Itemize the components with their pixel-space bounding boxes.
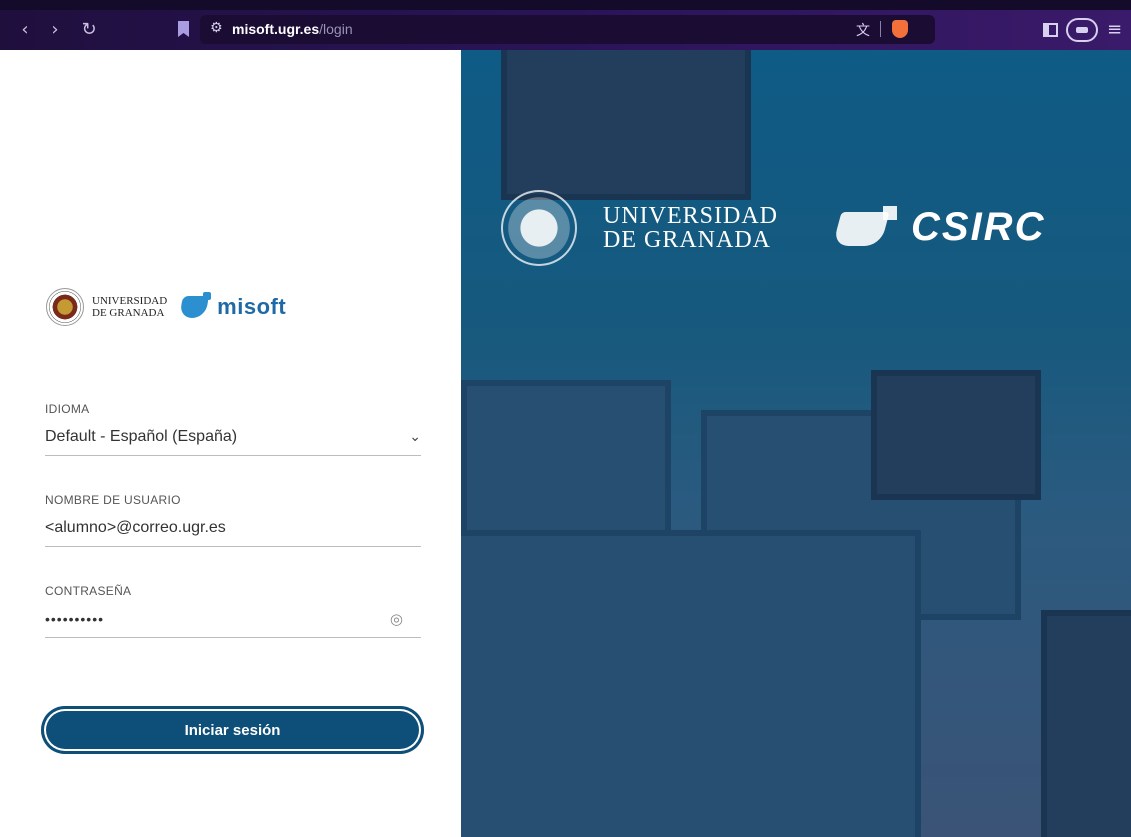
username-label: NOMBRE DE USUARIO [45,493,181,507]
hero-ugr-wordmark: UNIVERSIDAD DE GRANADA [603,204,778,252]
site-settings-icon[interactable]: ⚙ [210,20,223,36]
url-host: misoft.ugr.es [232,21,320,37]
csirc-wordmark: CSIRC [911,205,1046,249]
divider [880,21,881,37]
menu-icon[interactable]: ≡ [1107,19,1122,40]
app-name: misoft [217,294,287,319]
ugr-seal-icon [501,190,577,266]
background-monitor [871,370,1041,500]
hero-ugr-line2: DE GRANADA [603,227,771,253]
misoft-mark-icon [179,292,213,322]
address-bar[interactable]: ⚙ misoft.ugr.es/login 文 [200,15,935,44]
csirc-mark-icon [837,205,899,250]
wallet-icon[interactable] [1066,18,1098,42]
forward-icon[interactable]: › [44,19,66,41]
background-monitor [461,530,921,837]
language-select[interactable]: Default - Español (España) ⌄ [45,424,421,456]
url-path: /login [319,21,353,37]
misoft-logo: misoft [179,292,286,322]
password-value: •••••••••• [45,610,105,627]
password-field: CONTRASEÑA •••••••••• ◎ [45,584,421,638]
language-field: IDIOMA Default - Español (España) ⌄ [45,402,421,456]
language-label: IDIOMA [45,402,90,416]
eye-icon[interactable]: ◎ [390,610,403,628]
translate-icon[interactable]: 文 [856,20,870,40]
username-value: <alumno>@correo.ugr.es [45,518,226,536]
ugr-seal-icon [46,288,84,326]
language-value: Default - Español (España) [45,427,238,445]
hero-panel: UNIVERSIDAD DE GRANADA CSIRC [461,50,1131,837]
username-input[interactable]: <alumno>@correo.ugr.es [45,515,421,547]
brand-header: UNIVERSIDAD DE GRANADA misoft [46,287,286,327]
hero-ugr-logo: UNIVERSIDAD DE GRANADA [501,190,778,266]
back-icon[interactable]: ‹ [14,19,36,41]
login-panel: UNIVERSIDAD DE GRANADA misoft IDIOMA Def… [0,50,461,837]
reload-icon[interactable]: ↻ [78,19,100,41]
csirc-logo: CSIRC [837,205,1045,250]
browser-toolbar: ‹ › ↻ ⚙ misoft.ugr.es/login 文 ≡ [0,0,1131,50]
ugr-line2: DE GRANADA [92,307,165,319]
ugr-wordmark: UNIVERSIDAD DE GRANADA [92,295,167,319]
username-field: NOMBRE DE USUARIO <alumno>@correo.ugr.es [45,493,421,547]
hero-ugr-line1: UNIVERSIDAD [603,203,778,229]
sidebar-icon[interactable] [1043,23,1058,37]
bookmark-icon[interactable] [178,21,189,37]
ugr-line1: UNIVERSIDAD [92,295,168,307]
background-monitor [501,50,751,200]
chevron-down-icon[interactable]: ⌄ [409,429,421,445]
url-text[interactable]: misoft.ugr.es/login [232,21,353,37]
background-monitor [461,380,671,540]
login-button[interactable]: Iniciar sesión [41,706,424,754]
background-monitor [1041,610,1131,837]
password-input[interactable]: •••••••••• ◎ [45,606,421,638]
brave-shield-icon[interactable] [892,20,908,38]
password-label: CONTRASEÑA [45,584,132,598]
